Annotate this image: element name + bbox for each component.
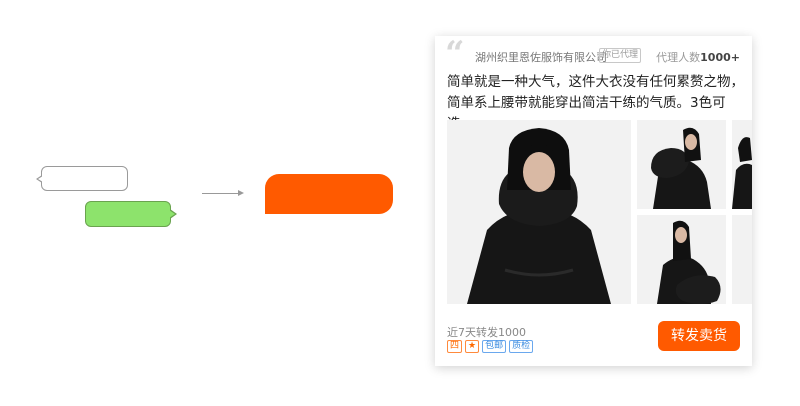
tag-badge: ★ — [465, 340, 480, 353]
arrow-head-icon — [238, 190, 244, 196]
free-shipping-badge: 包邮 — [482, 340, 507, 353]
orange-message-shape — [265, 174, 393, 214]
agent-count-value: 1000+ — [700, 51, 740, 64]
product-image-thumb[interactable] — [637, 215, 726, 304]
quality-check-badge: 质检 — [509, 340, 534, 353]
chat-bubble-right — [85, 201, 177, 227]
quote-icon: “ — [445, 36, 465, 74]
arrow-icon — [202, 193, 238, 194]
agent-count-label: 代理人数 — [656, 51, 701, 64]
product-image-thumb[interactable] — [637, 120, 726, 209]
tag-badge: 四 — [447, 340, 463, 353]
forward-stat: 近7天转发1000 — [447, 326, 526, 339]
product-share-card: “ 湖州织里恩佐服饰有限公司 你已代理 代理人数1000+ 简单就是一种大气，这… — [435, 36, 752, 366]
agent-status-badge: 你已代理 — [599, 48, 642, 63]
chat-bubble-left — [36, 166, 128, 191]
product-image-thumb[interactable] — [732, 215, 752, 304]
product-image-main[interactable] — [447, 120, 631, 304]
agent-count: 代理人数1000+ — [656, 49, 740, 65]
product-image-thumb[interactable] — [732, 120, 752, 209]
company-name[interactable]: 湖州织里恩佐服饰有限公司 — [475, 49, 607, 65]
service-tags: 四 ★ 包邮 质检 — [447, 340, 534, 353]
forward-sell-button[interactable]: 转发卖货 — [658, 321, 740, 351]
